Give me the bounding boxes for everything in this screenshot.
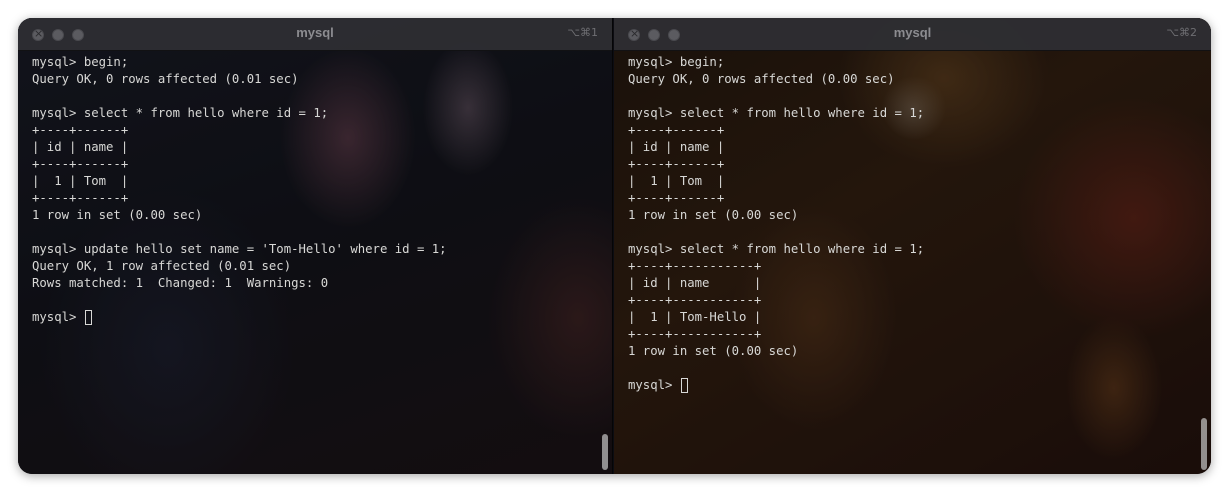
terminal-line: mysql> select * from hello where id = 1; — [628, 106, 925, 120]
window-title: mysql — [893, 25, 932, 40]
terminal-output[interactable]: mysql> begin; Query OK, 0 rows affected … — [628, 54, 1195, 474]
terminal-output[interactable]: mysql> begin; Query OK, 0 rows affected … — [32, 54, 596, 474]
text-cursor — [680, 378, 688, 393]
prompt-text: mysql> — [32, 310, 84, 324]
terminal-window-2[interactable]: mysql ⌥⌘2 mysql> begin; Query OK, 0 rows… — [614, 18, 1211, 474]
terminal-line: Query OK, 1 row affected (0.01 sec) — [32, 259, 292, 273]
terminal-line: mysql> begin; — [628, 55, 725, 69]
terminal-line: Query OK, 0 rows affected (0.00 sec) — [628, 72, 895, 86]
desktop: mysql ⌥⌘1 mysql> begin; Query OK, 0 rows… — [18, 18, 1211, 474]
scrollbar[interactable] — [1201, 418, 1207, 470]
terminal-line: +----+------+ — [32, 191, 129, 205]
terminal-line: 1 row in set (0.00 sec) — [628, 208, 799, 222]
title-bar[interactable]: mysql ⌥⌘2 — [614, 18, 1211, 51]
terminal-line: | 1 | Tom-Hello | — [628, 310, 762, 324]
terminal-line: +----+-----------+ — [628, 293, 762, 307]
terminal-line: +----+-----------+ — [628, 327, 762, 341]
terminal-line: | 1 | Tom | — [628, 174, 725, 188]
terminal-line: | id | name | — [32, 140, 129, 154]
terminal-line: | id | name | — [628, 140, 725, 154]
terminal-line: +----+-----------+ — [628, 259, 762, 273]
terminal-line: mysql> update hello set name = 'Tom-Hell… — [32, 242, 447, 256]
terminal-line: Query OK, 0 rows affected (0.01 sec) — [32, 72, 299, 86]
terminal-line: 1 row in set (0.00 sec) — [32, 208, 203, 222]
terminal-line: Rows matched: 1 Changed: 1 Warnings: 0 — [32, 276, 329, 290]
terminal-line: mysql> select * from hello where id = 1; — [628, 242, 925, 256]
terminal-line: 1 row in set (0.00 sec) — [628, 344, 799, 358]
terminal-line: | id | name | — [628, 276, 762, 290]
text-cursor — [84, 310, 92, 325]
prompt-text: mysql> — [628, 378, 680, 392]
window-title: mysql — [296, 25, 334, 40]
prompt-line[interactable]: mysql> — [32, 309, 596, 326]
terminal-line: mysql> select * from hello where id = 1; — [32, 106, 329, 120]
terminal-line: +----+------+ — [628, 191, 725, 205]
window-shortcut: ⌥⌘2 — [1166, 26, 1197, 39]
terminal-line: mysql> begin; — [32, 55, 129, 69]
terminal-window-1[interactable]: mysql ⌥⌘1 mysql> begin; Query OK, 0 rows… — [18, 18, 613, 474]
terminal-line: +----+------+ — [628, 123, 725, 137]
title-bar[interactable]: mysql ⌥⌘1 — [18, 18, 612, 51]
terminal-line: +----+------+ — [32, 123, 129, 137]
terminal-line: +----+------+ — [32, 157, 129, 171]
window-shortcut: ⌥⌘1 — [567, 26, 598, 39]
scrollbar[interactable] — [602, 434, 608, 470]
terminal-line: | 1 | Tom | — [32, 174, 129, 188]
prompt-line[interactable]: mysql> — [628, 377, 1195, 394]
terminal-line: +----+------+ — [628, 157, 725, 171]
